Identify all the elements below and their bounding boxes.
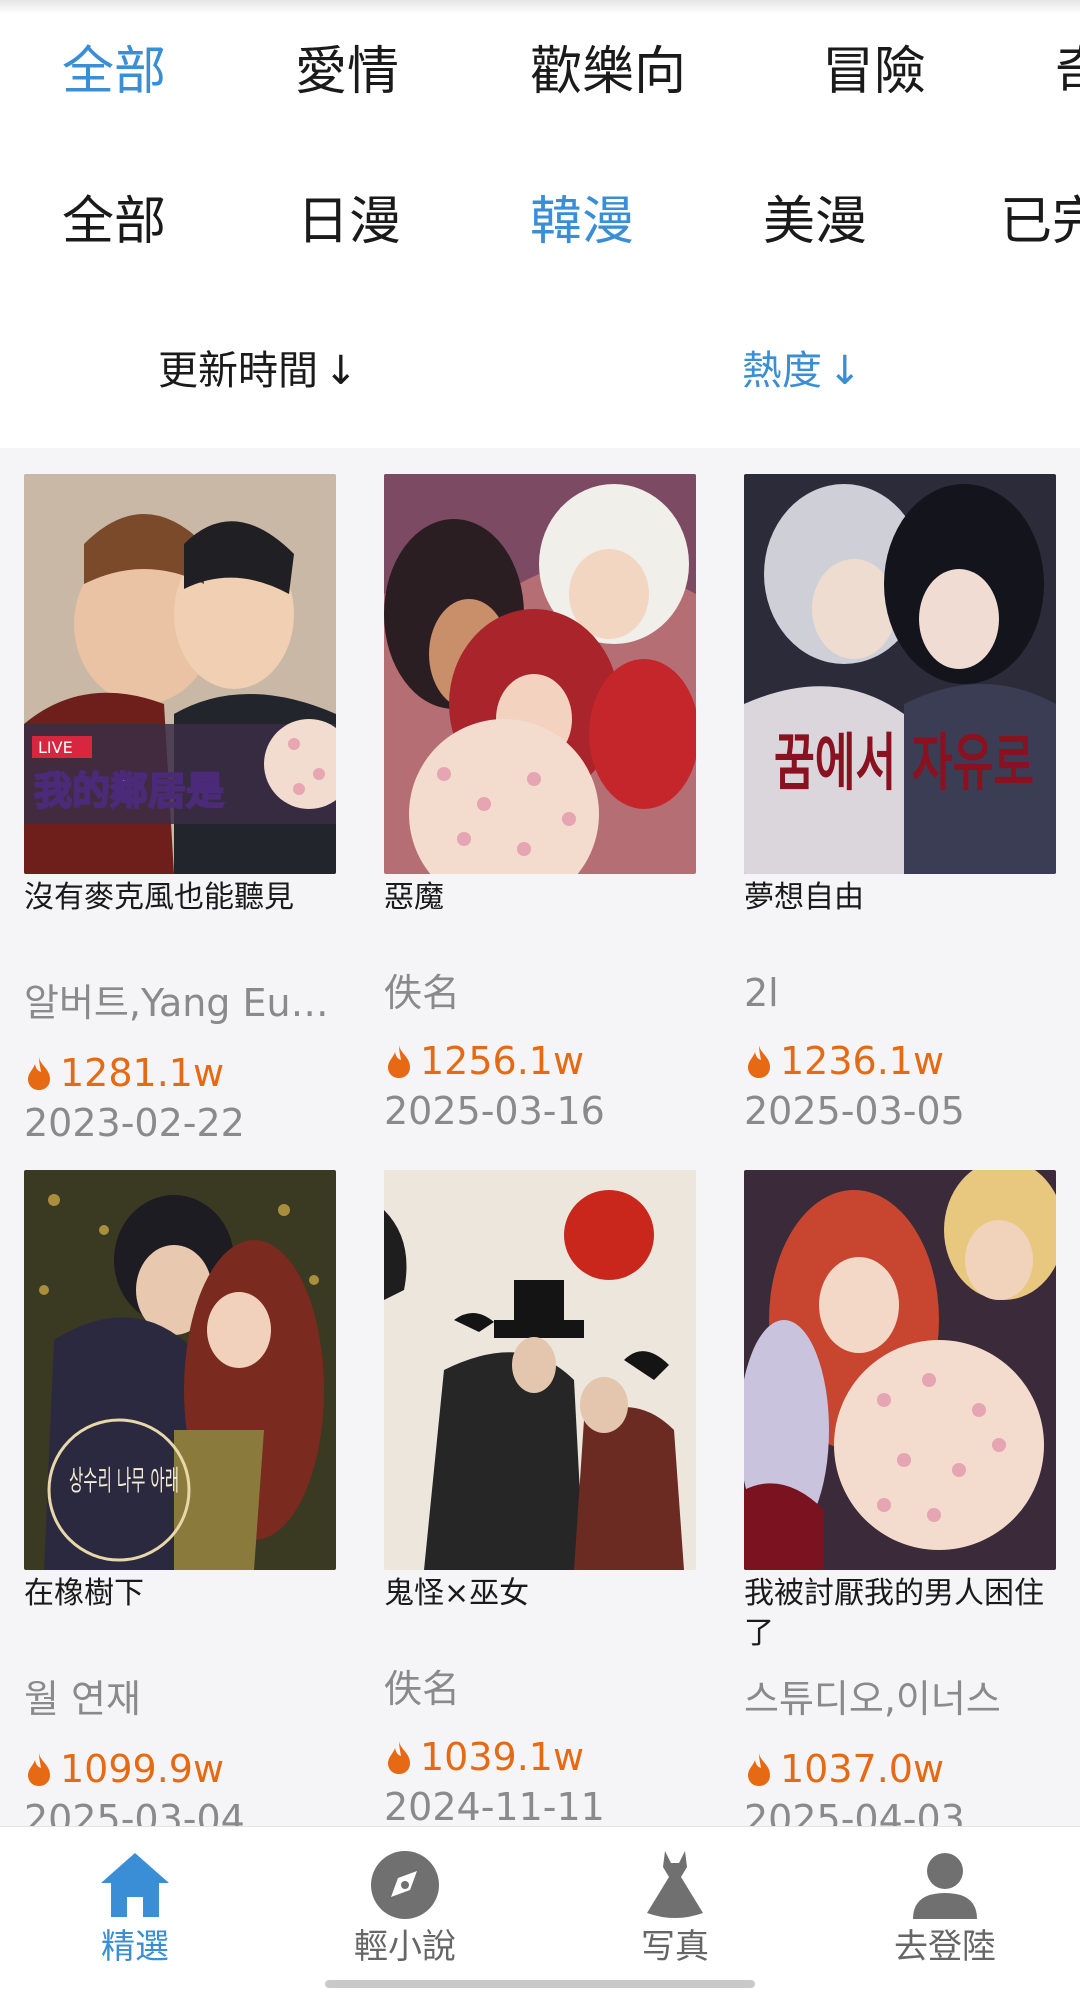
- sort-update-time-button[interactable]: 更新時間 ↓: [158, 336, 358, 406]
- sort-update-time-label: 更新時間: [158, 348, 318, 394]
- nav-label: 写真: [641, 1927, 709, 1967]
- filter-panel: 全部 愛情 歡樂向 冒險 奇 全部 日漫 韓漫 美漫 已完 更新時間 ↓ 熱度 …: [0, 0, 1080, 448]
- genre-tab-fantasy[interactable]: 奇: [1055, 32, 1080, 112]
- comic-date: 2025-03-04: [24, 1797, 245, 1828]
- heat-count: 1099.9w: [24, 1744, 224, 1794]
- cover-illustration: LIVE 我的鄰居是: [24, 474, 336, 874]
- genre-tab-comedy[interactable]: 歡樂向: [530, 32, 686, 112]
- region-tab-all[interactable]: 全部: [62, 182, 166, 262]
- heat-value: 1236.1w: [780, 1039, 945, 1083]
- nav-label: 去登陸: [894, 1927, 996, 1967]
- comic-title: 惡魔: [384, 880, 444, 915]
- comic-card[interactable]: LIVE 我的鄰居是 沒有麥克風也能聽見 알버트,Yang Eu… 1281.1…: [24, 448, 336, 1145]
- comic-card[interactable]: 惡魔 佚名 1256.1w 2025-03-16: [384, 448, 696, 1133]
- comic-card[interactable]: 鬼怪×巫女 佚名 1039.1w 2024-11-11: [384, 1144, 696, 1828]
- cover-title-art: 상수리 나무 아래: [69, 1464, 179, 1497]
- cover-illustration: 꿈에서 자유로: [744, 474, 1056, 874]
- arrow-down-icon: ↓: [828, 348, 862, 394]
- comic-title: 在橡樹下: [24, 1576, 144, 1611]
- heat-count: 1236.1w: [744, 1036, 944, 1086]
- cover-illustration: [744, 1170, 1056, 1570]
- nav-item-featured[interactable]: 精選: [45, 1847, 225, 1977]
- genre-tab-romance[interactable]: 愛情: [295, 32, 399, 112]
- heat-value: 1281.1w: [60, 1051, 225, 1095]
- comic-date: 2025-03-16: [384, 1089, 605, 1133]
- comic-grid: LIVE 我的鄰居是 沒有麥克風也能聽見 알버트,Yang Eu… 1281.1…: [0, 448, 1080, 1828]
- flame-icon: [28, 1057, 50, 1090]
- cover-title-art: 꿈에서 자유로: [774, 726, 1034, 799]
- flame-icon: [748, 1753, 770, 1786]
- comic-cover[interactable]: 꿈에서 자유로: [744, 474, 1056, 874]
- comic-date: 2025-03-05: [744, 1089, 965, 1133]
- region-tab-completed[interactable]: 已完: [1000, 182, 1080, 262]
- arrow-down-icon: ↓: [324, 348, 358, 394]
- heat-count: 1256.1w: [384, 1036, 584, 1086]
- region-tab-japanese[interactable]: 日漫: [297, 182, 401, 262]
- comic-card[interactable]: 상수리 나무 아래 在橡樹下 월 연재 1099.9w 2025-03-04: [24, 1144, 336, 1828]
- genre-tab-adventure[interactable]: 冒險: [822, 32, 926, 112]
- sort-popularity-label: 熱度: [742, 348, 822, 394]
- comic-author: 알버트,Yang Eu…: [24, 981, 329, 1025]
- cover-illustration: [384, 474, 696, 874]
- home-icon: [101, 1853, 169, 1917]
- comic-title: 沒有麥克風也能聽見: [24, 880, 294, 915]
- nav-label: 精選: [101, 1927, 169, 1967]
- user-icon: [913, 1853, 977, 1919]
- heat-count: 1039.1w: [384, 1732, 584, 1782]
- dress-icon: [647, 1851, 703, 1918]
- comic-date: 2025-04-03: [744, 1797, 965, 1828]
- flame-icon: [388, 1045, 410, 1078]
- heat-count: 1037.0w: [744, 1744, 944, 1794]
- comic-card[interactable]: 꿈에서 자유로 夢想自由 2l 1236.1w 2025-03-05: [744, 448, 1056, 1133]
- region-tab-row[interactable]: 全部 日漫 韓漫 美漫 已完: [0, 182, 1080, 262]
- cover-title-art: 我的鄰居是: [34, 769, 224, 813]
- comic-author: 佚名: [384, 971, 461, 1015]
- heat-count: 1281.1w: [24, 1048, 224, 1098]
- comic-title: 我被討厭我的男人困住了: [744, 1576, 1044, 1651]
- nav-label: 輕小說: [354, 1927, 456, 1967]
- nav-item-photo[interactable]: 写真: [585, 1847, 765, 1977]
- cover-illustration: 상수리 나무 아래: [24, 1170, 336, 1570]
- home-indicator[interactable]: [325, 1980, 755, 1988]
- heat-value: 1037.0w: [780, 1747, 945, 1791]
- bottom-nav: 精選 輕小說 写真 去登陸: [0, 1826, 1080, 1992]
- comic-title: 夢想自由: [744, 880, 864, 915]
- sort-row: 更新時間 ↓ 熱度 ↓: [0, 336, 1080, 406]
- compass-icon: [371, 1851, 439, 1919]
- comic-cover[interactable]: [744, 1170, 1056, 1570]
- top-shadow: [0, 0, 1080, 14]
- comic-cover[interactable]: [384, 474, 696, 874]
- sort-popularity-button[interactable]: 熱度 ↓: [742, 336, 862, 406]
- comic-date: 2024-11-11: [384, 1785, 605, 1828]
- comic-cover[interactable]: LIVE 我的鄰居是: [24, 474, 336, 874]
- region-tab-korean[interactable]: 韓漫: [530, 182, 634, 262]
- cover-badge: LIVE: [38, 738, 73, 757]
- nav-item-light-novel[interactable]: 輕小說: [315, 1847, 495, 1977]
- comic-title: 鬼怪×巫女: [384, 1576, 530, 1611]
- comic-author: 스튜디오,이너스: [744, 1677, 1001, 1721]
- heat-value: 1039.1w: [420, 1735, 585, 1779]
- comic-cover[interactable]: 상수리 나무 아래: [24, 1170, 336, 1570]
- flame-icon: [28, 1753, 50, 1786]
- nav-item-login[interactable]: 去登陸: [855, 1847, 1035, 1977]
- comic-cover[interactable]: [384, 1170, 696, 1570]
- comic-author: 월 연재: [24, 1677, 141, 1721]
- flame-icon: [748, 1045, 770, 1078]
- comic-author: 佚名: [384, 1667, 461, 1711]
- comic-date: 2023-02-22: [24, 1101, 245, 1145]
- comic-author: 2l: [744, 971, 779, 1015]
- heat-value: 1099.9w: [60, 1747, 225, 1791]
- genre-tab-row[interactable]: 全部 愛情 歡樂向 冒險 奇: [0, 32, 1080, 112]
- comic-card[interactable]: 我被討厭我的男人困住了 스튜디오,이너스 1037.0w 2025-04-03: [744, 1144, 1056, 1828]
- genre-tab-all[interactable]: 全部: [62, 32, 166, 112]
- heat-value: 1256.1w: [420, 1039, 585, 1083]
- region-tab-american[interactable]: 美漫: [763, 182, 867, 262]
- cover-illustration: [384, 1170, 696, 1570]
- flame-icon: [388, 1741, 410, 1774]
